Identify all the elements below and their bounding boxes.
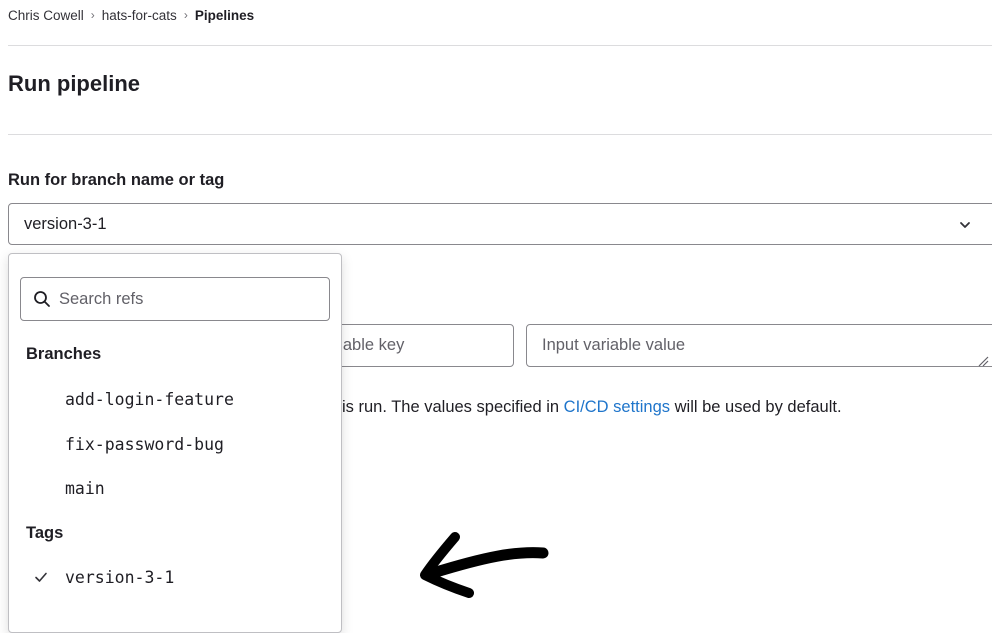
breadcrumb-current[interactable]: Pipelines (195, 8, 254, 23)
page-title: Run pipeline (8, 71, 140, 96)
search-refs-field[interactable] (20, 277, 330, 321)
branch-item-add-login-feature[interactable]: add-login-feature (9, 379, 341, 419)
variable-value-field[interactable] (526, 324, 992, 367)
branch-item-label: add-login-feature (65, 389, 234, 409)
breadcrumb-separator-icon: › (90, 8, 95, 22)
breadcrumb-user[interactable]: Chris Cowell (8, 8, 84, 23)
breadcrumb-project[interactable]: hats-for-cats (102, 8, 177, 23)
header-divider (8, 45, 992, 46)
branch-item-label: fix-password-bug (65, 434, 224, 454)
branch-item-main[interactable]: main (9, 468, 341, 508)
title-divider (8, 134, 992, 135)
help-text-suffix: will be used by default. (670, 398, 842, 416)
resize-grip-icon[interactable] (977, 355, 989, 367)
branch-item-label: main (65, 478, 105, 498)
search-refs-input[interactable] (59, 278, 319, 320)
ref-selector-dropdown[interactable]: version-3-1 (8, 203, 992, 245)
ref-field-label: Run for branch name or tag (8, 171, 225, 189)
tag-item-label: version-3-1 (65, 567, 175, 587)
tag-item-version-3-1[interactable]: version-3-1 (9, 557, 341, 597)
left-arrow-annotation-icon (420, 532, 549, 598)
ci-cd-settings-link[interactable]: CI/CD settings (564, 398, 670, 416)
variables-help-text: is run. The values specified in CI/CD se… (342, 398, 842, 417)
check-icon (35, 572, 47, 582)
branch-item-fix-password-bug[interactable]: fix-password-bug (9, 424, 341, 464)
tags-group-header: Tags (26, 524, 64, 542)
help-text-prefix: is run. The values specified in (342, 398, 564, 416)
search-icon (34, 291, 50, 307)
branches-group-header: Branches (26, 345, 102, 363)
ref-selected-value: version-3-1 (24, 215, 107, 233)
variable-value-input[interactable] (527, 325, 992, 366)
breadcrumb-separator-icon: › (183, 8, 188, 22)
chevron-down-icon (960, 222, 970, 228)
ref-dropdown-menu: Branches add-login-feature fix-password-… (8, 253, 342, 633)
breadcrumb: Chris Cowell › hats-for-cats › Pipelines (8, 6, 254, 24)
